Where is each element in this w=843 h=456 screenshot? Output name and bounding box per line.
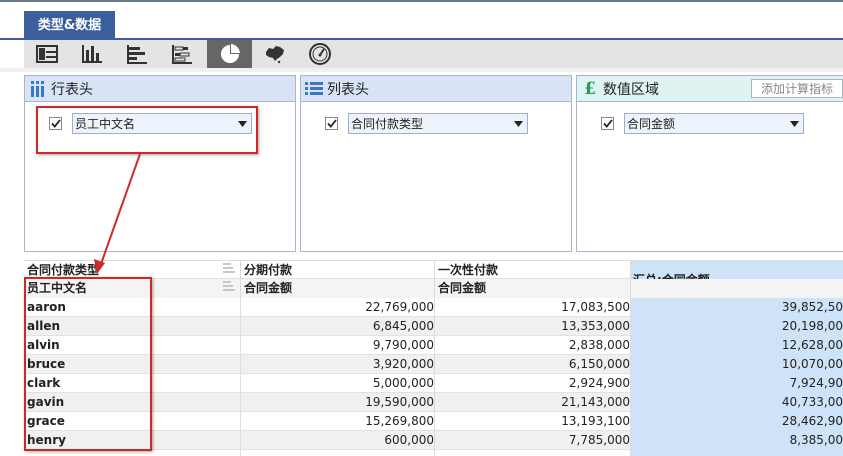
annotation-arrow-icon [94,153,141,274]
